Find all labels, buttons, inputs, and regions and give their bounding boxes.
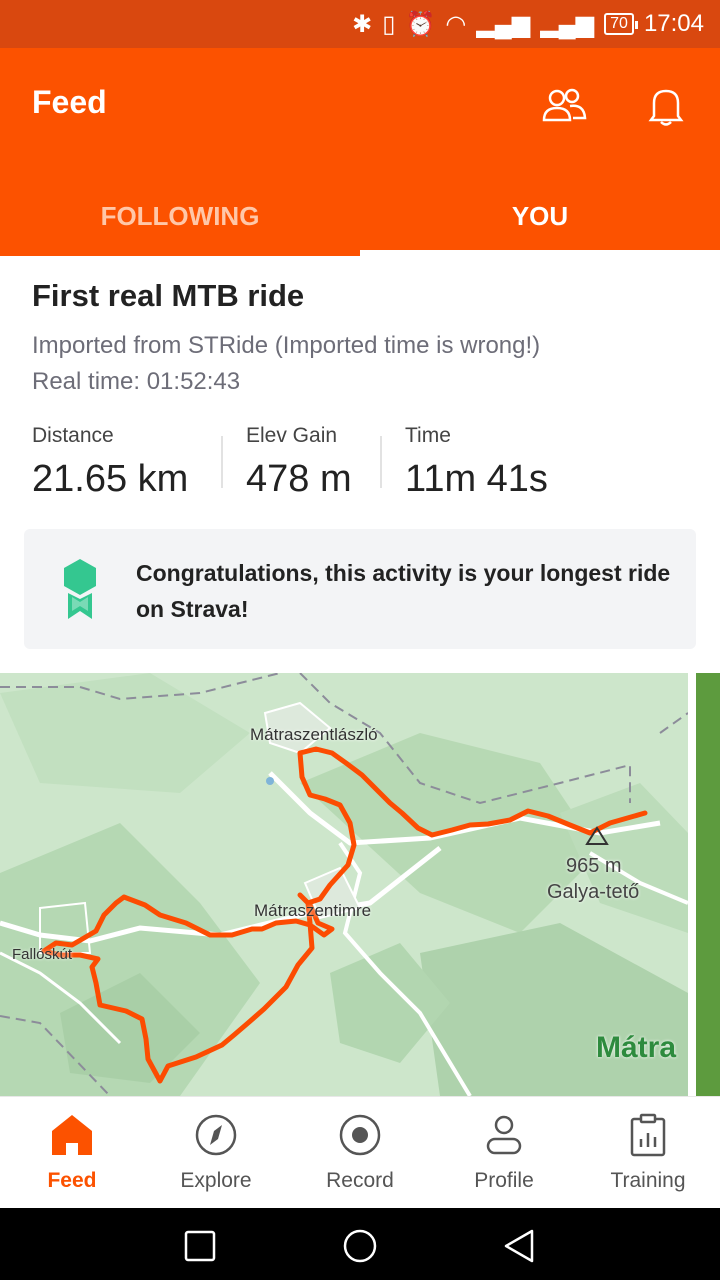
- record-icon: [339, 1114, 381, 1156]
- route-map[interactable]: Mátraszentlászló Mátraszentimre Fallóskú…: [0, 673, 688, 1096]
- back-icon[interactable]: [500, 1226, 540, 1266]
- stat-label: Elev Gain: [246, 424, 338, 447]
- page-title: Feed: [32, 84, 107, 120]
- bell-icon: [648, 89, 684, 126]
- compass-icon: [195, 1114, 237, 1156]
- recents-icon[interactable]: [180, 1226, 220, 1266]
- home-icon: [52, 1115, 92, 1155]
- map-label-town: Mátraszentlászló: [250, 725, 378, 744]
- nav-label: Training: [610, 1169, 686, 1192]
- stat-label: Distance: [32, 424, 114, 447]
- map-label-town: Fallóskút: [12, 946, 73, 963]
- tab-indicator: [360, 250, 720, 256]
- person-icon: [486, 1115, 522, 1155]
- signal-icon: ▂▄▆: [476, 10, 531, 38]
- map-label-region: Mátra: [596, 1031, 677, 1064]
- activity-title[interactable]: First real MTB ride: [32, 278, 304, 314]
- system-nav-bar: [0, 1208, 720, 1280]
- tab-following[interactable]: FOLLOWING: [0, 176, 360, 256]
- signal-icon-2: ▂▄▆: [540, 10, 595, 38]
- stat-label: Time: [405, 424, 451, 447]
- nav-label: Profile: [474, 1169, 534, 1192]
- activity-description: Imported from STRide (Imported time is w…: [32, 332, 541, 359]
- nav-feed[interactable]: Feed: [0, 1097, 144, 1209]
- status-time: 17:04: [643, 10, 704, 37]
- stat-distance: Distance 21.65 km: [32, 424, 188, 501]
- home-button-icon[interactable]: [340, 1226, 380, 1266]
- stat-divider: [221, 436, 223, 488]
- stat-elev-gain: Elev Gain 478 m: [246, 424, 352, 501]
- stat-time: Time 11m 41s: [405, 424, 548, 501]
- people-icon: [542, 88, 587, 122]
- clipboard-chart-icon: [630, 1113, 666, 1157]
- nav-record[interactable]: Record: [288, 1097, 432, 1209]
- nav-profile[interactable]: Profile: [432, 1097, 576, 1209]
- find-friends-button[interactable]: [536, 78, 592, 134]
- tab-you[interactable]: YOU: [360, 176, 720, 256]
- notifications-button[interactable]: [638, 78, 694, 134]
- battery-icon: 70: [604, 13, 638, 35]
- nav-training[interactable]: Training: [576, 1097, 720, 1209]
- bottom-nav: Feed Explore Record Profile Training: [0, 1096, 720, 1209]
- achievement-banner[interactable]: Congratulations, this activity is your l…: [24, 529, 696, 649]
- map-label-town: Mátraszentimre: [254, 901, 372, 920]
- wifi-icon: ◠: [445, 10, 467, 38]
- activity-real-time: Real time: 01:52:43: [32, 368, 241, 395]
- achievement-text: Congratulations, this activity is your l…: [136, 560, 671, 622]
- stat-value: 11m 41s: [405, 458, 548, 500]
- bluetooth-icon: ✱: [352, 10, 373, 38]
- nav-label: Explore: [180, 1169, 252, 1192]
- alarm-icon: ⏰: [405, 10, 436, 38]
- photo-thumbnail[interactable]: [696, 673, 720, 1096]
- status-bar: ✱ ▯ ⏰ ◠ ▂▄▆ ▂▄▆ 70 17:04: [0, 0, 720, 48]
- stat-value: 21.65 km: [32, 458, 189, 500]
- nav-label: Feed: [47, 1169, 97, 1192]
- app-bar: Feed FOLLOWING YOU: [0, 48, 720, 256]
- map-label-peak-name: Galya-tető: [547, 881, 640, 903]
- map-label-peak-elevation: 965 m: [566, 855, 622, 877]
- nav-label: Record: [326, 1169, 394, 1192]
- stat-value: 478 m: [246, 458, 352, 500]
- achievement-badge-icon: [64, 559, 96, 619]
- nav-explore[interactable]: Explore: [144, 1097, 288, 1209]
- vibrate-icon: ▯: [382, 10, 396, 38]
- stat-divider: [380, 436, 382, 488]
